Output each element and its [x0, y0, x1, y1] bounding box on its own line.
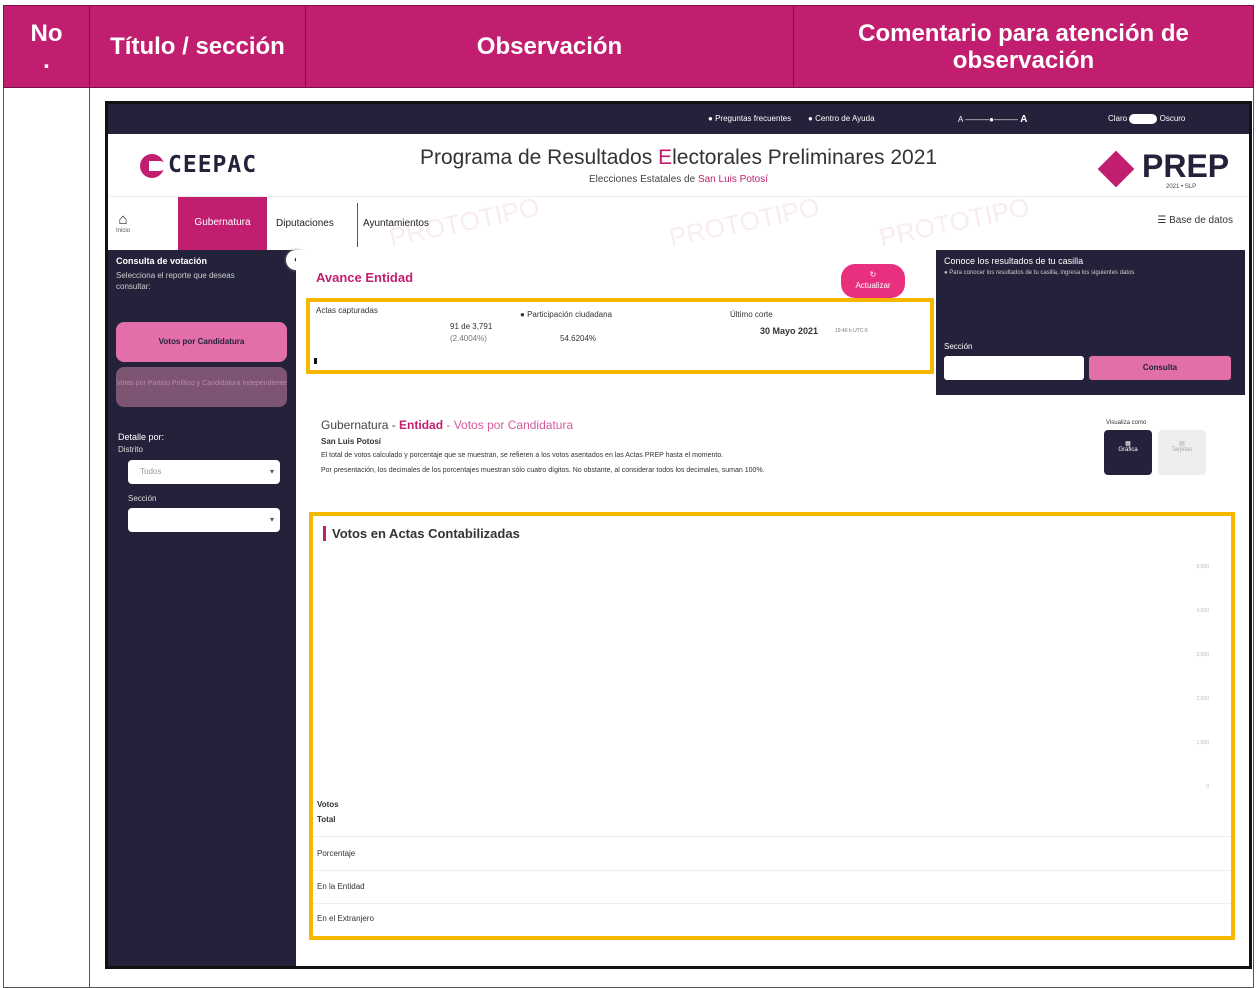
consulta-seccion-label: Sección	[944, 342, 973, 351]
theme-toggle[interactable]: Claro Oscuro	[1108, 114, 1185, 124]
y-tick: 1,000	[1196, 740, 1209, 746]
header-no: No .	[3, 5, 90, 88]
info-icon: ●	[520, 310, 525, 319]
seccion-label: Sección	[128, 494, 157, 503]
y-tick: 2,000	[1196, 696, 1209, 702]
corte-label: Último corte	[730, 310, 773, 319]
chart-title: Votos en Actas Contabilizadas	[323, 526, 520, 541]
home-link[interactable]: ⌂ Inicio	[116, 211, 130, 234]
participacion-value: 54.6204%	[560, 334, 597, 343]
tab-diputaciones[interactable]: Diputaciones	[276, 218, 334, 229]
votos-candidatura-button[interactable]: Votos por Candidatura	[116, 322, 287, 362]
consulta-button[interactable]: Consulta	[1089, 356, 1231, 380]
y-tick: 3,000	[1196, 652, 1209, 658]
view-cards-button[interactable]: ▤ Tarjetas	[1158, 430, 1206, 475]
watermark: PROTOTIPO	[876, 191, 1033, 253]
update-button[interactable]: ↻ Actualizar	[841, 264, 905, 298]
divider	[313, 870, 1231, 871]
chevron-down-icon: ▾	[269, 515, 274, 524]
distrito-label: Distrito	[118, 445, 143, 454]
place-label: San Luis Potosí	[321, 437, 382, 446]
nav-divider	[357, 203, 358, 247]
votos-partido-button[interactable]: Votos por Partido Político y Candidatura…	[116, 367, 287, 407]
help-link[interactable]: ● Centro de Ayuda	[808, 114, 875, 123]
document-page: No . Título / sección Observación Coment…	[0, 0, 1256, 988]
corte-value: 30 Mayo 2021	[760, 326, 819, 336]
consulta-desc: ● Para conocer los resultados de tu casi…	[944, 270, 1135, 276]
y-tick: 5,000	[1196, 564, 1209, 570]
row-votos: Votos	[317, 800, 339, 809]
avance-title: Avance Entidad	[316, 270, 414, 285]
chevron-down-icon: ▾	[269, 467, 274, 476]
consulta-title: Conoce los resultados de tu casilla	[944, 256, 1084, 266]
actas-label: Actas capturadas	[316, 306, 378, 315]
decimals-note: Por presentación, los decimales de los p…	[321, 467, 765, 474]
corte-time: 19:40 h UTC-5	[835, 328, 868, 334]
votes-note: El total de votos calculado y porcentaje…	[321, 452, 724, 459]
font-size-slider[interactable]: A ———●——— A	[958, 114, 1027, 125]
seccion-select[interactable]: ▾	[128, 508, 280, 532]
divider	[313, 836, 1231, 837]
consulta-casilla-panel: Conoce los resultados de tu casilla ● Pa…	[936, 250, 1245, 395]
prep-logo: PREP	[1142, 148, 1230, 184]
page-title: Programa de Resultados Electorales Preli…	[419, 146, 938, 169]
row-total: Total	[317, 815, 336, 824]
row-porcentaje: Porcentaje	[317, 849, 356, 858]
stats-highlight-box: Actas capturadas 91 de 3,791 (2.4004%) ●…	[306, 298, 934, 374]
embedded-screenshot: ● Preguntas frecuentes ● Centro de Ayuda…	[105, 101, 1252, 969]
site-header: CEEPAC Programa de Resultados Electorale…	[108, 134, 1249, 196]
header-comentario: Comentario para atención de observación	[793, 5, 1254, 88]
header-observacion: Observación	[305, 5, 794, 88]
y-tick: 0	[1206, 784, 1209, 790]
detail-label: Detalle por:	[118, 432, 165, 442]
actas-value: 91 de 3,791	[450, 322, 493, 331]
page-subtitle: Elecciones Estatales de San Luis Potosí	[589, 174, 768, 185]
prep-subtitle: 2021 • SLP	[1166, 184, 1197, 190]
refresh-icon: ↻	[869, 270, 877, 279]
view-chart-button[interactable]: ▦ Gráfica	[1104, 430, 1152, 475]
actas-progress-bar	[314, 358, 317, 364]
chart-highlight-box: Votos en Actas Contabilizadas 5,000 4,00…	[309, 512, 1235, 940]
divider	[313, 903, 1231, 904]
distrito-select[interactable]: Todos ▾	[128, 460, 280, 484]
header-titulo: Título / sección	[89, 5, 306, 88]
tab-ayuntamientos[interactable]: Ayuntamientos	[363, 218, 429, 229]
top-bar: ● Preguntas frecuentes ● Centro de Ayuda…	[108, 104, 1249, 134]
consulta-seccion-input[interactable]	[944, 356, 1084, 380]
watermark: PROTOTIPO	[666, 191, 823, 253]
tab-gubernatura[interactable]: Gubernatura	[178, 197, 267, 251]
actas-percent: (2.4004%)	[450, 334, 487, 343]
participacion-label: ● Participación ciudadana	[520, 310, 613, 319]
home-icon: ⌂	[118, 211, 128, 228]
faq-link[interactable]: ● Preguntas frecuentes	[708, 114, 791, 123]
visualiza-label: Visualiza como	[1106, 420, 1147, 426]
row-extranjero: En el Extranjero	[317, 914, 374, 923]
y-tick: 4,000	[1196, 608, 1209, 614]
info-icon: ●	[944, 270, 948, 276]
main-nav: ⌂ Inicio Gubernatura Diputaciones Ayuntam…	[108, 191, 1249, 253]
database-link[interactable]: ☰ Base de datos	[1157, 215, 1233, 226]
database-icon: ☰	[1157, 215, 1167, 226]
sidebar: Consulta de votación Selecciona el repor…	[108, 250, 296, 966]
row-entidad: En la Entidad	[317, 882, 365, 891]
sidebar-description: Selecciona el reporte que deseas consult…	[116, 271, 235, 291]
sidebar-title: Consulta de votación	[116, 256, 208, 266]
cell-no	[3, 87, 90, 988]
section-title: Gubernatura - Entidad - Votos por Candid…	[321, 418, 574, 432]
